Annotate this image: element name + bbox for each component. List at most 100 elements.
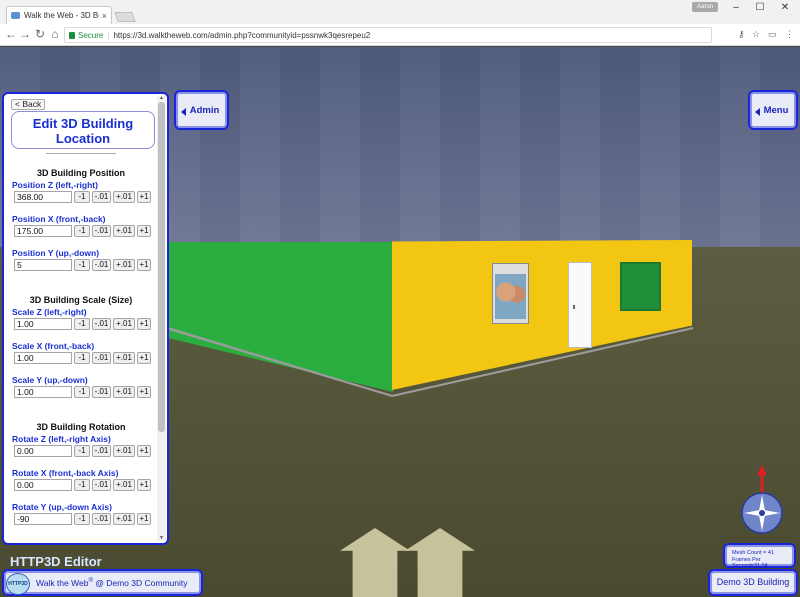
scale-z-plus001-button[interactable]: +.01: [113, 318, 135, 330]
browser-toolbar: ← → ↻ ⌂ Secure | https://3d.walktheweb.c…: [0, 24, 800, 46]
rotate-y-minus1-button[interactable]: -1: [74, 513, 90, 525]
scale-y-label: Scale Y (up,-down): [12, 375, 88, 385]
position-y-minus001-button[interactable]: -.01: [92, 259, 111, 271]
community-text[interactable]: Walk the Web® @ Demo 3D Community: [36, 578, 187, 588]
position-x-minus001-button[interactable]: -.01: [92, 225, 111, 237]
position-y-input[interactable]: 5: [14, 259, 72, 271]
community-brand: Walk the Web: [36, 578, 89, 588]
position-y-plus001-button[interactable]: +.01: [113, 259, 135, 271]
rotate-z-plus001-button[interactable]: +.01: [113, 445, 135, 457]
photo-image: [495, 274, 526, 319]
maximize-button[interactable]: ☐: [750, 2, 770, 13]
scale-y-input[interactable]: 1.00: [14, 386, 72, 398]
new-tab-button[interactable]: [114, 12, 136, 22]
rotate-y-minus001-button[interactable]: -.01: [92, 513, 111, 525]
scale-x-row: 1.00 -1 -.01 +.01 +1: [14, 352, 151, 364]
rotate-x-input[interactable]: 0.00: [14, 479, 72, 491]
key-icon[interactable]: ⚷: [738, 29, 745, 40]
menu-label: Menu: [763, 105, 789, 116]
scale-x-input[interactable]: 1.00: [14, 352, 72, 364]
building-name-button[interactable]: Demo 3D Building: [708, 569, 798, 596]
menu-dots-icon[interactable]: ⋮: [785, 29, 794, 40]
position-x-plus001-button[interactable]: +.01: [113, 225, 135, 237]
admin-button[interactable]: Admin: [174, 90, 229, 130]
rotate-z-minus1-button[interactable]: -1: [74, 445, 90, 457]
compass-icon[interactable]: [738, 465, 788, 537]
scale-z-plus1-button[interactable]: +1: [137, 318, 151, 330]
lock-icon: [69, 31, 75, 39]
fps-readout: Frames Per Second=31.04: [732, 557, 768, 569]
favicon-icon: [11, 12, 20, 19]
minimize-button[interactable]: –: [726, 2, 746, 13]
rotate-x-label: Rotate X (front,-back Axis): [12, 468, 119, 478]
browser-tabbar: Walk the Web - 3D Buildi × Aaron – ☐ ✕: [0, 0, 800, 24]
wall-photo[interactable]: [492, 263, 529, 324]
position-z-row: 368.00 -1 -.01 +.01 +1: [14, 191, 151, 203]
scale-y-plus1-button[interactable]: +1: [137, 386, 151, 398]
position-z-input[interactable]: 368.00: [14, 191, 72, 203]
rotate-y-input[interactable]: -90: [14, 513, 72, 525]
rotate-x-plus1-button[interactable]: +1: [137, 479, 151, 491]
rotate-y-label: Rotate Y (up,-down Axis): [12, 502, 112, 512]
building-door[interactable]: [568, 262, 592, 348]
building-window[interactable]: [620, 262, 661, 311]
position-z-plus001-button[interactable]: +.01: [113, 191, 135, 203]
rotate-z-label: Rotate Z (left,-right Axis): [12, 434, 111, 444]
scale-y-minus1-button[interactable]: -1: [74, 386, 90, 398]
door-knob: [573, 305, 575, 309]
menu-button[interactable]: Menu: [748, 90, 798, 130]
rotate-y-row: -90 -1 -.01 +.01 +1: [14, 513, 151, 525]
back-arrow-icon[interactable]: ←: [4, 27, 18, 41]
rotate-x-minus001-button[interactable]: -.01: [92, 479, 111, 491]
star-icon[interactable]: ☆: [752, 29, 760, 40]
secure-label: Secure: [78, 30, 104, 40]
profile-badge[interactable]: Aaron: [692, 2, 718, 12]
scrollbar-thumb[interactable]: [158, 102, 165, 432]
scale-z-input[interactable]: 1.00: [14, 318, 72, 330]
rotate-z-minus001-button[interactable]: -.01: [92, 445, 111, 457]
position-x-input[interactable]: 175.00: [14, 225, 72, 237]
rotate-x-minus1-button[interactable]: -1: [74, 479, 90, 491]
scale-z-minus1-button[interactable]: -1: [74, 318, 90, 330]
scroll-down-icon[interactable]: ▼: [158, 536, 165, 541]
rotation-heading: 3D Building Rotation: [36, 422, 126, 432]
reload-icon[interactable]: ↻: [33, 27, 47, 41]
close-window-button[interactable]: ✕: [775, 2, 795, 13]
back-button[interactable]: < Back: [11, 99, 46, 110]
position-x-plus1-button[interactable]: +1: [137, 225, 151, 237]
position-z-plus1-button[interactable]: +1: [137, 191, 151, 203]
position-z-minus001-button[interactable]: -.01: [92, 191, 111, 203]
tab-close-icon[interactable]: ×: [102, 11, 107, 21]
browser-tab[interactable]: Walk the Web - 3D Buildi ×: [6, 6, 112, 24]
panel-scrollbar[interactable]: ▲ ▼: [157, 96, 166, 541]
rotate-x-plus001-button[interactable]: +.01: [113, 479, 135, 491]
rotate-z-input[interactable]: 0.00: [14, 445, 72, 457]
position-x-row: 175.00 -1 -.01 +.01 +1: [14, 225, 151, 237]
position-z-label: Position Z (left,-right): [12, 180, 98, 190]
mesh-count: Mesh Count = 41: [732, 550, 775, 556]
community-bar[interactable]: HTTP3D Walk the Web® @ Demo 3D Community: [2, 569, 203, 596]
scale-x-minus001-button[interactable]: -.01: [92, 352, 111, 364]
scale-y-minus001-button[interactable]: -.01: [92, 386, 111, 398]
cast-icon[interactable]: ▭: [768, 29, 777, 40]
position-heading: 3D Building Position: [37, 168, 125, 178]
address-bar[interactable]: Secure | https://3d.walktheweb.com/admin…: [64, 27, 712, 43]
edit-location-panel: < Back Edit 3D Building Location 3D Buil…: [2, 92, 169, 545]
scroll-up-icon[interactable]: ▲: [158, 96, 165, 101]
scale-y-row: 1.00 -1 -.01 +.01 +1: [14, 386, 151, 398]
scale-z-minus001-button[interactable]: -.01: [92, 318, 111, 330]
position-z-minus1-button[interactable]: -1: [74, 191, 90, 203]
scale-x-plus1-button[interactable]: +1: [137, 352, 151, 364]
http3d-logo[interactable]: HTTP3D: [6, 573, 30, 595]
rotate-y-plus1-button[interactable]: +1: [137, 513, 151, 525]
rotate-y-plus001-button[interactable]: +.01: [113, 513, 135, 525]
rotate-z-plus1-button[interactable]: +1: [137, 445, 151, 457]
position-y-minus1-button[interactable]: -1: [74, 259, 90, 271]
scale-x-minus1-button[interactable]: -1: [74, 352, 90, 364]
scale-x-plus001-button[interactable]: +.01: [113, 352, 135, 364]
forward-arrow-icon[interactable]: →: [18, 27, 32, 41]
scale-y-plus001-button[interactable]: +.01: [113, 386, 135, 398]
position-y-plus1-button[interactable]: +1: [137, 259, 151, 271]
position-x-minus1-button[interactable]: -1: [74, 225, 90, 237]
home-icon[interactable]: ⌂: [48, 27, 62, 41]
